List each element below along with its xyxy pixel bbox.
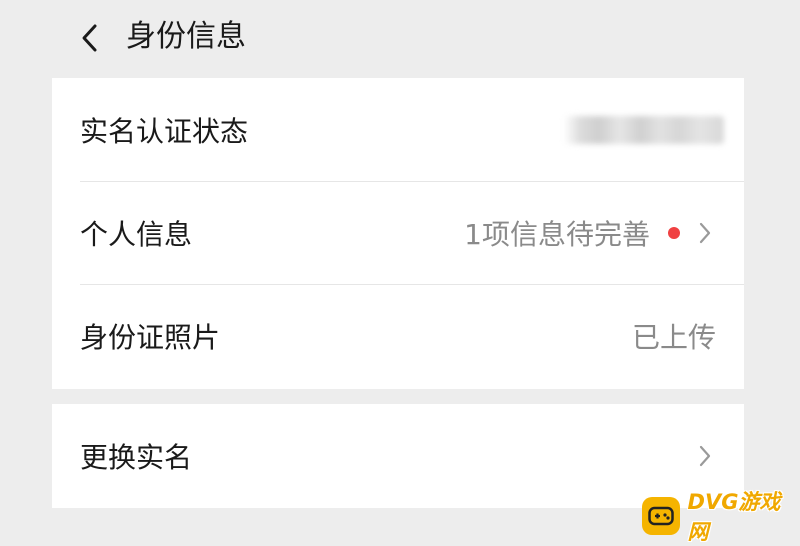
row-id-photo: 身份证照片 已上传 bbox=[52, 284, 744, 387]
row-change-real-name[interactable]: 更换实名 bbox=[52, 404, 744, 508]
top-bar: 身份信息 bbox=[0, 0, 800, 76]
row-verification-status: 实名认证状态 bbox=[52, 78, 744, 181]
watermark: DVG游戏网 bbox=[642, 486, 800, 546]
id-photo-label: 身份证照片 bbox=[80, 320, 221, 354]
chevron-left-icon bbox=[82, 24, 97, 52]
id-photo-status: 已上传 bbox=[631, 320, 716, 354]
change-real-name-label: 更换实名 bbox=[80, 441, 193, 474]
back-button[interactable] bbox=[70, 18, 110, 58]
identity-info-card: 实名认证状态 个人信息 1项信息待完善 身份证照片 已上传 bbox=[52, 78, 744, 389]
personal-info-label: 个人信息 bbox=[80, 217, 193, 251]
actions-card: 更换实名 bbox=[52, 404, 744, 508]
gamepad-logo-icon bbox=[642, 497, 680, 535]
chevron-right-icon bbox=[694, 220, 716, 246]
chevron-right-icon bbox=[694, 443, 716, 469]
verification-status-value bbox=[564, 115, 724, 144]
verification-status-label: 实名认证状态 bbox=[80, 114, 249, 148]
notification-dot bbox=[668, 226, 680, 239]
personal-info-status: 1项信息待完善 bbox=[464, 217, 650, 251]
row-personal-info[interactable]: 个人信息 1项信息待完善 bbox=[52, 181, 744, 284]
watermark-text: DVG游戏网 bbox=[687, 490, 781, 544]
page-title: 身份信息 bbox=[126, 19, 246, 54]
